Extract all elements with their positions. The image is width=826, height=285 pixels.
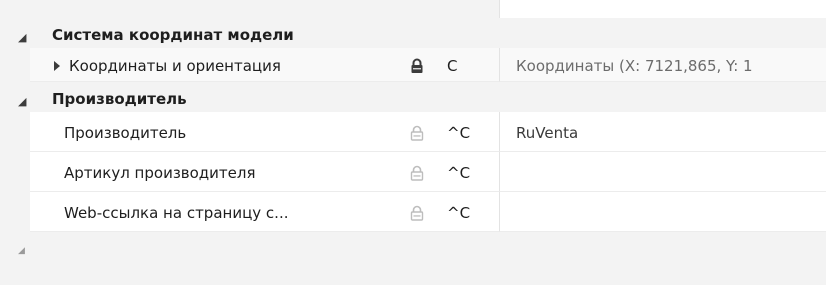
property-value-cell[interactable] xyxy=(499,152,826,192)
property-value-cell[interactable]: RuVenta xyxy=(499,112,826,152)
expand-triangle-icon[interactable] xyxy=(54,61,60,71)
lock-icon xyxy=(410,165,424,181)
property-name: Координаты и ориентация xyxy=(69,57,281,75)
category-row-model-coordinates[interactable]: ◢ Система координат модели xyxy=(0,18,826,48)
grid-bottom-filler: ◢ xyxy=(0,232,826,285)
row-margin xyxy=(0,152,30,192)
property-value-cell[interactable] xyxy=(499,192,826,232)
property-name: Web-ссылка на страницу с... xyxy=(64,204,289,222)
value-column-header xyxy=(499,0,826,18)
partial-expander-icon: ◢ xyxy=(18,246,25,256)
row-margin xyxy=(0,112,30,152)
property-flag: C xyxy=(447,57,458,75)
row-margin xyxy=(0,192,30,232)
collapse-triangle-icon[interactable]: ◢ xyxy=(18,31,26,44)
property-flag: ^C xyxy=(447,124,471,142)
property-name-cell[interactable]: Web-ссылка на страницу с... ^C xyxy=(30,192,499,232)
property-name-cell[interactable]: Артикул производителя ^C xyxy=(30,152,499,192)
property-value-cell[interactable]: Координаты (X: 7121,865, Y: 1 xyxy=(499,48,826,82)
grid-header-strip xyxy=(0,0,826,18)
property-value: Координаты (X: 7121,865, Y: 1 xyxy=(516,57,753,75)
property-flag: ^C xyxy=(447,204,471,222)
category-row-manufacturer[interactable]: ◢ Производитель xyxy=(0,82,826,112)
property-value: RuVenta xyxy=(516,124,579,142)
property-row-web-link[interactable]: Web-ссылка на страницу с... ^C xyxy=(0,192,826,232)
category-label: Производитель xyxy=(52,90,187,108)
property-name: Производитель xyxy=(64,124,187,142)
property-flag: ^C xyxy=(447,164,471,182)
category-label: Система координат модели xyxy=(52,26,294,44)
property-row-coordinates-orientation[interactable]: Координаты и ориентация C Координаты (X:… xyxy=(0,48,826,82)
property-row-manufacturer[interactable]: Производитель ^C RuVenta xyxy=(0,112,826,152)
lock-icon xyxy=(410,205,424,221)
lock-icon xyxy=(410,125,424,141)
collapse-triangle-icon[interactable]: ◢ xyxy=(18,95,26,108)
property-name: Артикул производителя xyxy=(64,164,256,182)
property-row-manufacturer-article[interactable]: Артикул производителя ^C xyxy=(0,152,826,192)
property-name-cell[interactable]: Производитель ^C xyxy=(30,112,499,152)
property-name-cell[interactable]: Координаты и ориентация C xyxy=(30,48,499,82)
row-margin xyxy=(0,48,30,82)
property-grid: ◢ Система координат модели Координаты и … xyxy=(0,0,826,285)
lock-icon xyxy=(411,58,423,73)
